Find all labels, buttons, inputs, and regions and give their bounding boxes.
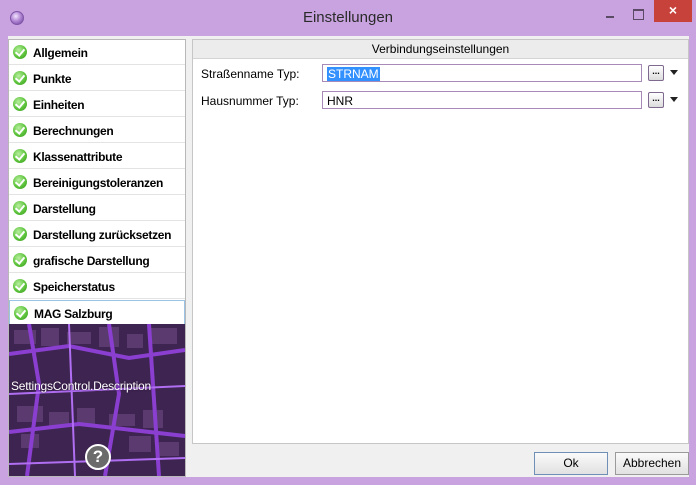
- hausnummer-browse-button[interactable]: ...: [648, 92, 664, 108]
- settings-sidebar: Allgemein Punkte Einheiten Berechnungen …: [8, 39, 186, 477]
- check-icon: [13, 45, 27, 59]
- check-icon: [13, 97, 27, 111]
- check-icon: [13, 123, 27, 137]
- check-icon: [14, 306, 28, 320]
- chevron-down-icon[interactable]: [670, 97, 678, 102]
- sidebar-item-grafische-darstellung[interactable]: grafische Darstellung: [9, 248, 185, 273]
- close-button[interactable]: ×: [654, 0, 692, 22]
- check-icon: [13, 279, 27, 293]
- sidebar-item-label: MAG Salzburg: [34, 307, 113, 321]
- help-icon[interactable]: ?: [85, 444, 111, 470]
- sidebar-item-berechnungen[interactable]: Berechnungen: [9, 118, 185, 143]
- ok-button[interactable]: Ok: [534, 452, 608, 475]
- property-row-strassenname: Straßenname Typ: STRNAM ...: [193, 63, 688, 85]
- sidebar-item-label: Bereinigungstoleranzen: [33, 176, 164, 190]
- strassenname-browse-button[interactable]: ...: [648, 65, 664, 81]
- check-icon: [13, 149, 27, 163]
- sidebar-item-label: grafische Darstellung: [33, 254, 150, 268]
- sidebar-item-darstellung[interactable]: Darstellung: [9, 196, 185, 221]
- settings-window: Einstellungen × Allgemein Punkte Einheit…: [0, 0, 696, 485]
- title-bar[interactable]: Einstellungen ×: [0, 0, 696, 36]
- strassenname-value: STRNAM: [327, 67, 380, 81]
- check-icon: [13, 227, 27, 241]
- sidebar-item-label: Berechnungen: [33, 124, 114, 138]
- cancel-button[interactable]: Abbrechen: [615, 452, 689, 475]
- sidebar-item-einheiten[interactable]: Einheiten: [9, 92, 185, 117]
- sidebar-item-mag-salzburg[interactable]: MAG Salzburg: [9, 300, 185, 325]
- sidebar-item-bereinigungstoleranzen[interactable]: Bereinigungstoleranzen: [9, 170, 185, 195]
- sidebar-item-label: Darstellung zurücksetzen: [33, 228, 172, 242]
- property-row-hausnummer: Hausnummer Typ: HNR ...: [193, 90, 688, 112]
- sidebar-item-speicherstatus[interactable]: Speicherstatus: [9, 274, 185, 299]
- panel-header: Verbindungseinstellungen: [193, 40, 688, 59]
- hausnummer-value: HNR: [327, 94, 353, 108]
- hausnummer-label: Hausnummer Typ:: [201, 94, 299, 108]
- window-title: Einstellungen: [302, 9, 394, 26]
- hausnummer-field[interactable]: HNR: [322, 91, 642, 109]
- minimize-button[interactable]: [597, 4, 623, 24]
- sidebar-item-klassenattribute[interactable]: Klassenattribute: [9, 144, 185, 169]
- chevron-down-icon[interactable]: [670, 70, 678, 75]
- sidebar-item-label: Klassenattribute: [33, 150, 123, 164]
- check-icon: [13, 253, 27, 267]
- check-icon: [13, 201, 27, 215]
- maximize-button[interactable]: [625, 4, 651, 24]
- check-icon: [13, 71, 27, 85]
- sidebar-item-allgemein[interactable]: Allgemein: [9, 40, 185, 65]
- strassenname-label: Straßenname Typ:: [201, 67, 300, 81]
- sidebar-item-darstellung-zuruecksetzen[interactable]: Darstellung zurücksetzen: [9, 222, 185, 247]
- sidebar-item-label: Einheiten: [33, 98, 85, 112]
- map-illustration: SettingsControl.Description ?: [9, 324, 185, 476]
- settings-panel: Verbindungseinstellungen Straßenname Typ…: [192, 39, 689, 444]
- check-icon: [13, 175, 27, 189]
- dialog-client-area: Allgemein Punkte Einheiten Berechnungen …: [8, 36, 689, 477]
- sidebar-item-label: Darstellung: [33, 202, 96, 216]
- sidebar-item-label: Allgemein: [33, 46, 88, 60]
- settings-description: SettingsControl.Description: [11, 379, 152, 393]
- sidebar-item-label: Punkte: [33, 72, 72, 86]
- sidebar-item-punkte[interactable]: Punkte: [9, 66, 185, 91]
- strassenname-field[interactable]: STRNAM: [322, 64, 642, 82]
- sidebar-item-label: Speicherstatus: [33, 280, 115, 294]
